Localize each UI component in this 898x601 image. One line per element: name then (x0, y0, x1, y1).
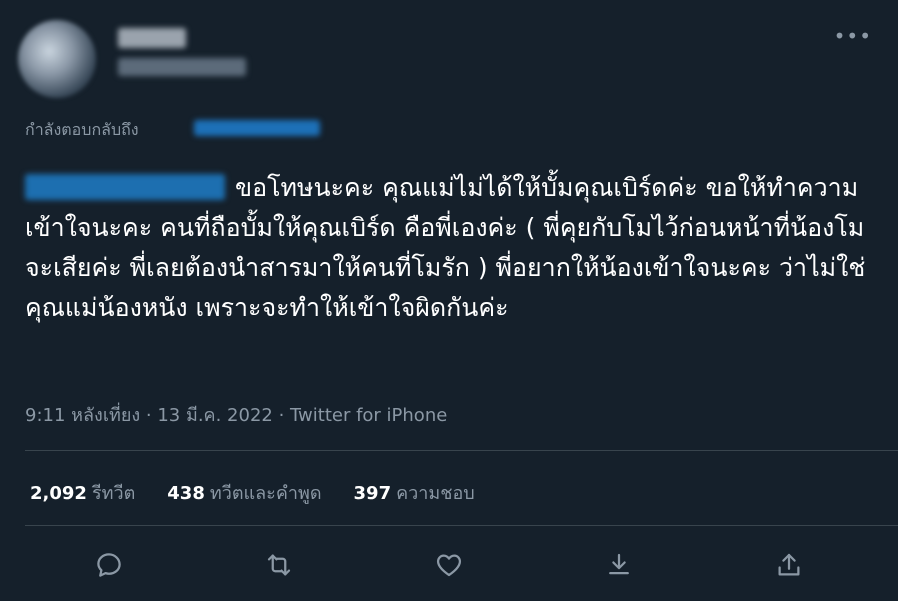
bookmark-icon (609, 553, 629, 575)
quote-label: ทวีตและคำพูด (209, 483, 322, 504)
divider (25, 450, 898, 451)
reply-mention-redacted[interactable] (194, 120, 320, 136)
tweet-text: ขอโทษนะคะ คุณแม่ไม่ได้ให้บั้มคุณเบิร์ดค่… (25, 168, 875, 328)
like-label: ความชอบ (396, 483, 475, 504)
retweet-button[interactable] (259, 545, 299, 585)
like-count: 397 (353, 483, 392, 504)
retweet-icon (267, 554, 291, 576)
bookmark-button[interactable] (599, 545, 639, 585)
reply-icon (97, 553, 121, 577)
like-button[interactable] (429, 545, 469, 585)
mention-redacted[interactable] (25, 174, 225, 200)
retweet-count: 2,092 (30, 483, 87, 504)
engagement-stats: 2,092 รีทวีต 438 ทวีตและคำพูด 397 ความชอบ (30, 478, 475, 507)
display-name-redacted[interactable] (118, 28, 186, 48)
action-bar (0, 545, 898, 585)
quote-stat[interactable]: 438 ทวีตและคำพูด (167, 478, 321, 507)
like-icon (436, 554, 462, 577)
retweet-label: รีทวีต (91, 483, 136, 504)
retweet-stat[interactable]: 2,092 รีทวีต (30, 478, 135, 507)
share-button[interactable] (769, 545, 809, 585)
share-icon (778, 553, 800, 576)
avatar[interactable] (18, 20, 96, 98)
tweet-metadata: 9:11 หลังเที่ยง · 13 มี.ค. 2022 · Twitte… (25, 405, 448, 426)
like-stat[interactable]: 397 ความชอบ (354, 478, 475, 507)
more-options-icon[interactable]: ••• (834, 26, 872, 46)
reply-button[interactable] (89, 545, 129, 585)
handle-redacted[interactable] (118, 58, 246, 76)
quote-count: 438 (167, 483, 205, 504)
divider (25, 525, 898, 526)
reply-context: กำลังตอบกลับถึง (25, 120, 139, 139)
